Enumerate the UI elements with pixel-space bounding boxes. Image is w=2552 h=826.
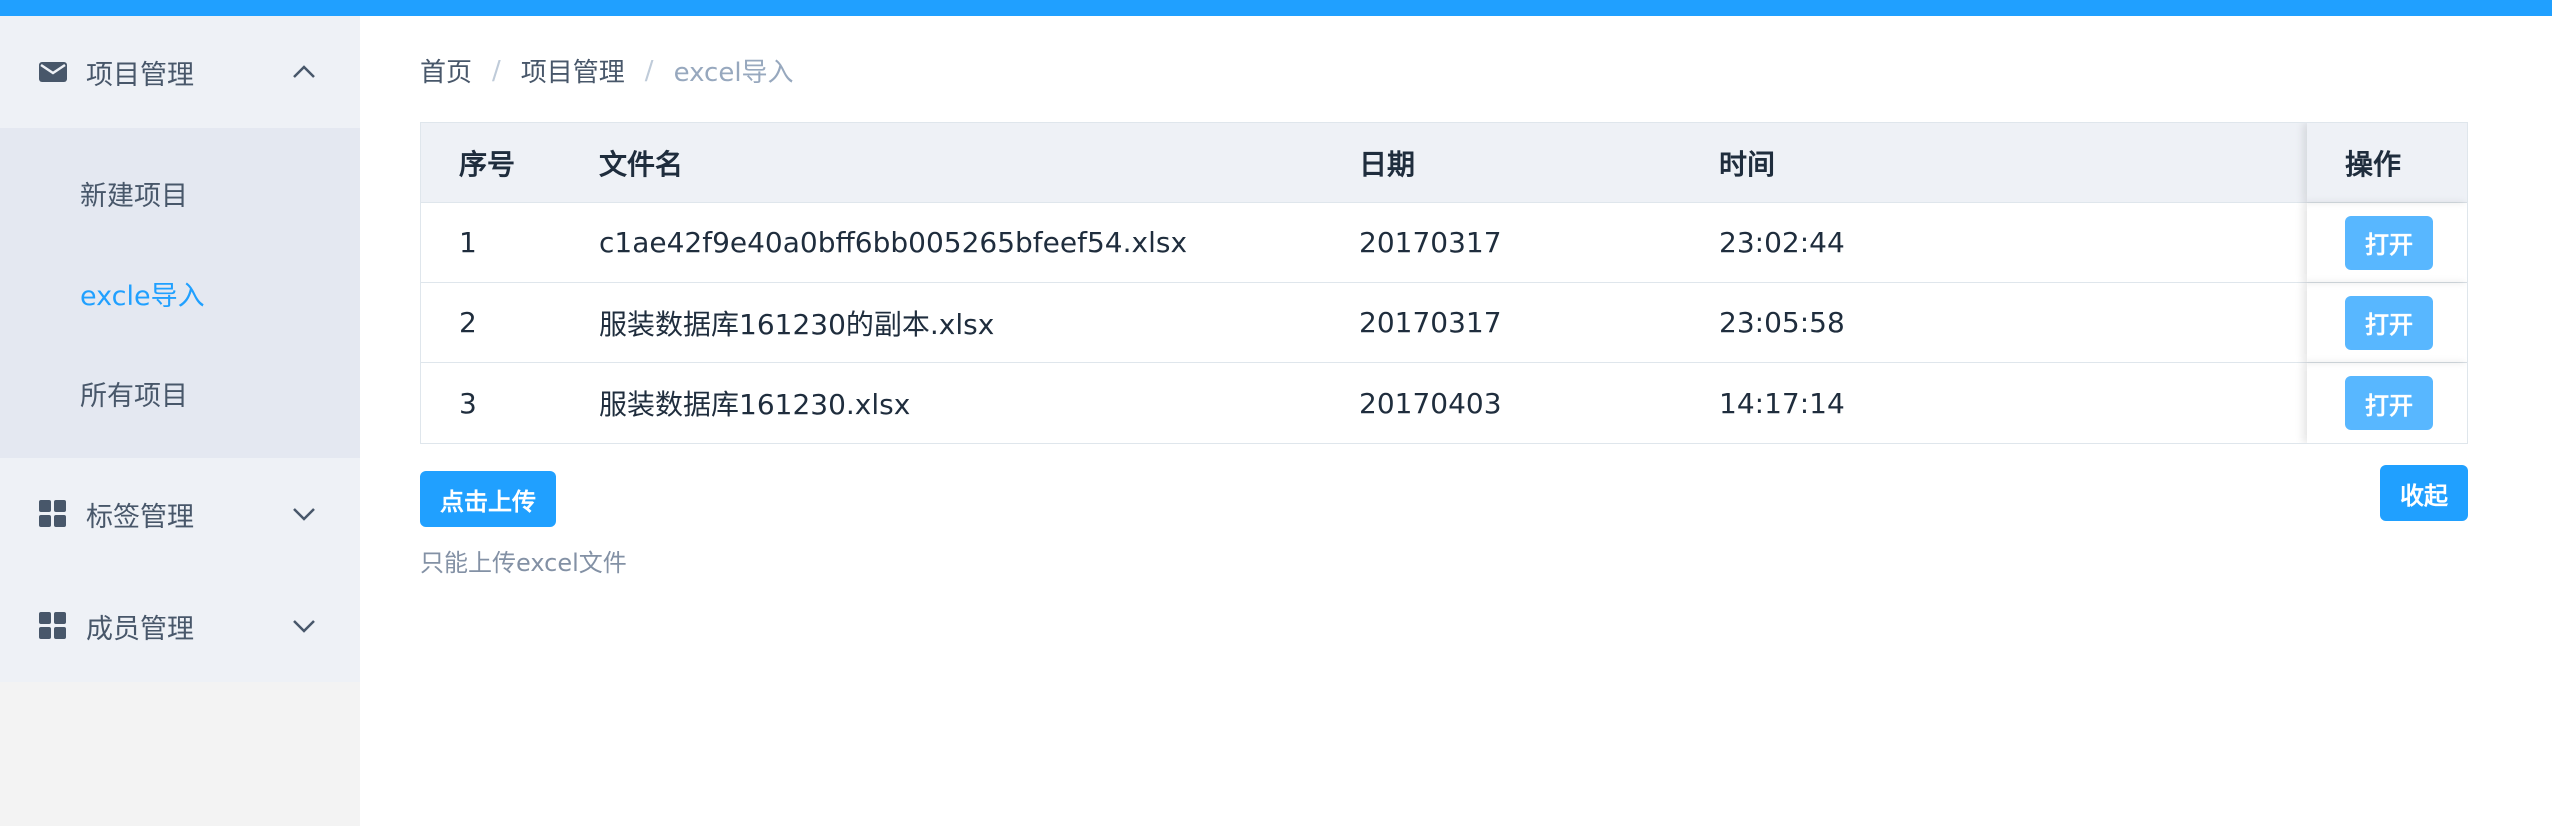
header-date: 日期 [1359,147,1416,181]
sidebar-submenu-project: 新建项目 excle导入 所有项目 [0,128,360,458]
breadcrumb: 首页 / 项目管理 / excel导入 [420,52,794,89]
top-accent-bar [0,0,2552,16]
cell-date: 20170317 [1359,306,1502,339]
cell-action: 打开 [2345,203,2433,282]
cell-filename: c1ae42f9e40a0bff6bb005265bfeef54.xlsx [599,226,1188,259]
chevron-down-icon[interactable] [291,501,317,527]
breadcrumb-separator: / [644,55,654,86]
cell-time: 23:02:44 [1719,226,1845,259]
envelope-icon [39,62,67,82]
collapse-button[interactable]: 收起 [2380,465,2468,521]
cell-time: 14:17:14 [1719,386,1845,420]
sidebar: 项目管理 新建项目 excle导入 所有项目 标签管理 成员管理 [0,16,360,826]
upload-button[interactable]: 点击上传 [420,471,556,527]
breadcrumb-home[interactable]: 首页 [420,52,472,89]
sidebar-group-label: 成员管理 [86,613,194,645]
open-button[interactable]: 打开 [2345,215,2433,270]
breadcrumb-project-management[interactable]: 项目管理 [521,52,625,89]
table-row: 3 服装数据库161230.xlsx 20170403 14:17:14 打开 [421,363,2467,443]
cell-date: 20170317 [1359,226,1502,259]
table-header: 序号 文件名 日期 时间 操作 [421,123,2467,203]
cell-index: 3 [459,386,477,420]
grid-icon [39,500,66,527]
table-row: 1 c1ae42f9e40a0bff6bb005265bfeef54.xlsx … [421,203,2467,283]
open-button[interactable]: 打开 [2345,295,2433,350]
open-button[interactable]: 打开 [2345,376,2433,430]
header-filename: 文件名 [599,147,684,181]
cell-action: 打开 [2345,363,2433,443]
upload-tip: 只能上传excel文件 [420,549,627,577]
breadcrumb-current: excel导入 [673,58,794,88]
cell-index: 1 [459,226,477,259]
sidebar-group-tags[interactable]: 标签管理 [0,458,360,570]
table-row: 2 服装数据库161230的副本.xlsx 20170317 23:05:58 … [421,283,2467,363]
cell-index: 2 [459,306,477,339]
sidebar-group-project[interactable]: 项目管理 [0,16,360,128]
chevron-down-icon[interactable] [291,613,317,639]
header-action: 操作 [2345,147,2402,181]
sidebar-item-excel-import[interactable]: excle导入 [0,243,360,343]
cell-time: 23:05:58 [1719,306,1845,339]
sidebar-group-label: 标签管理 [86,501,194,533]
file-table: 序号 文件名 日期 时间 操作 1 c1ae42f9e40a0bff6bb005… [420,122,2468,444]
sidebar-item-all-projects[interactable]: 所有项目 [0,343,360,443]
cell-filename: 服装数据库161230的副本.xlsx [599,307,995,341]
sidebar-item-new-project[interactable]: 新建项目 [0,143,360,243]
breadcrumb-separator: / [492,55,501,86]
header-index: 序号 [459,147,516,181]
sidebar-group-label: 项目管理 [86,59,194,91]
cell-date: 20170403 [1359,386,1502,420]
grid-icon [39,612,66,639]
cell-action: 打开 [2345,283,2433,362]
cell-filename: 服装数据库161230.xlsx [599,388,911,421]
header-time: 时间 [1719,147,1776,181]
chevron-up-icon[interactable] [291,59,317,85]
sidebar-group-members[interactable]: 成员管理 [0,570,360,682]
